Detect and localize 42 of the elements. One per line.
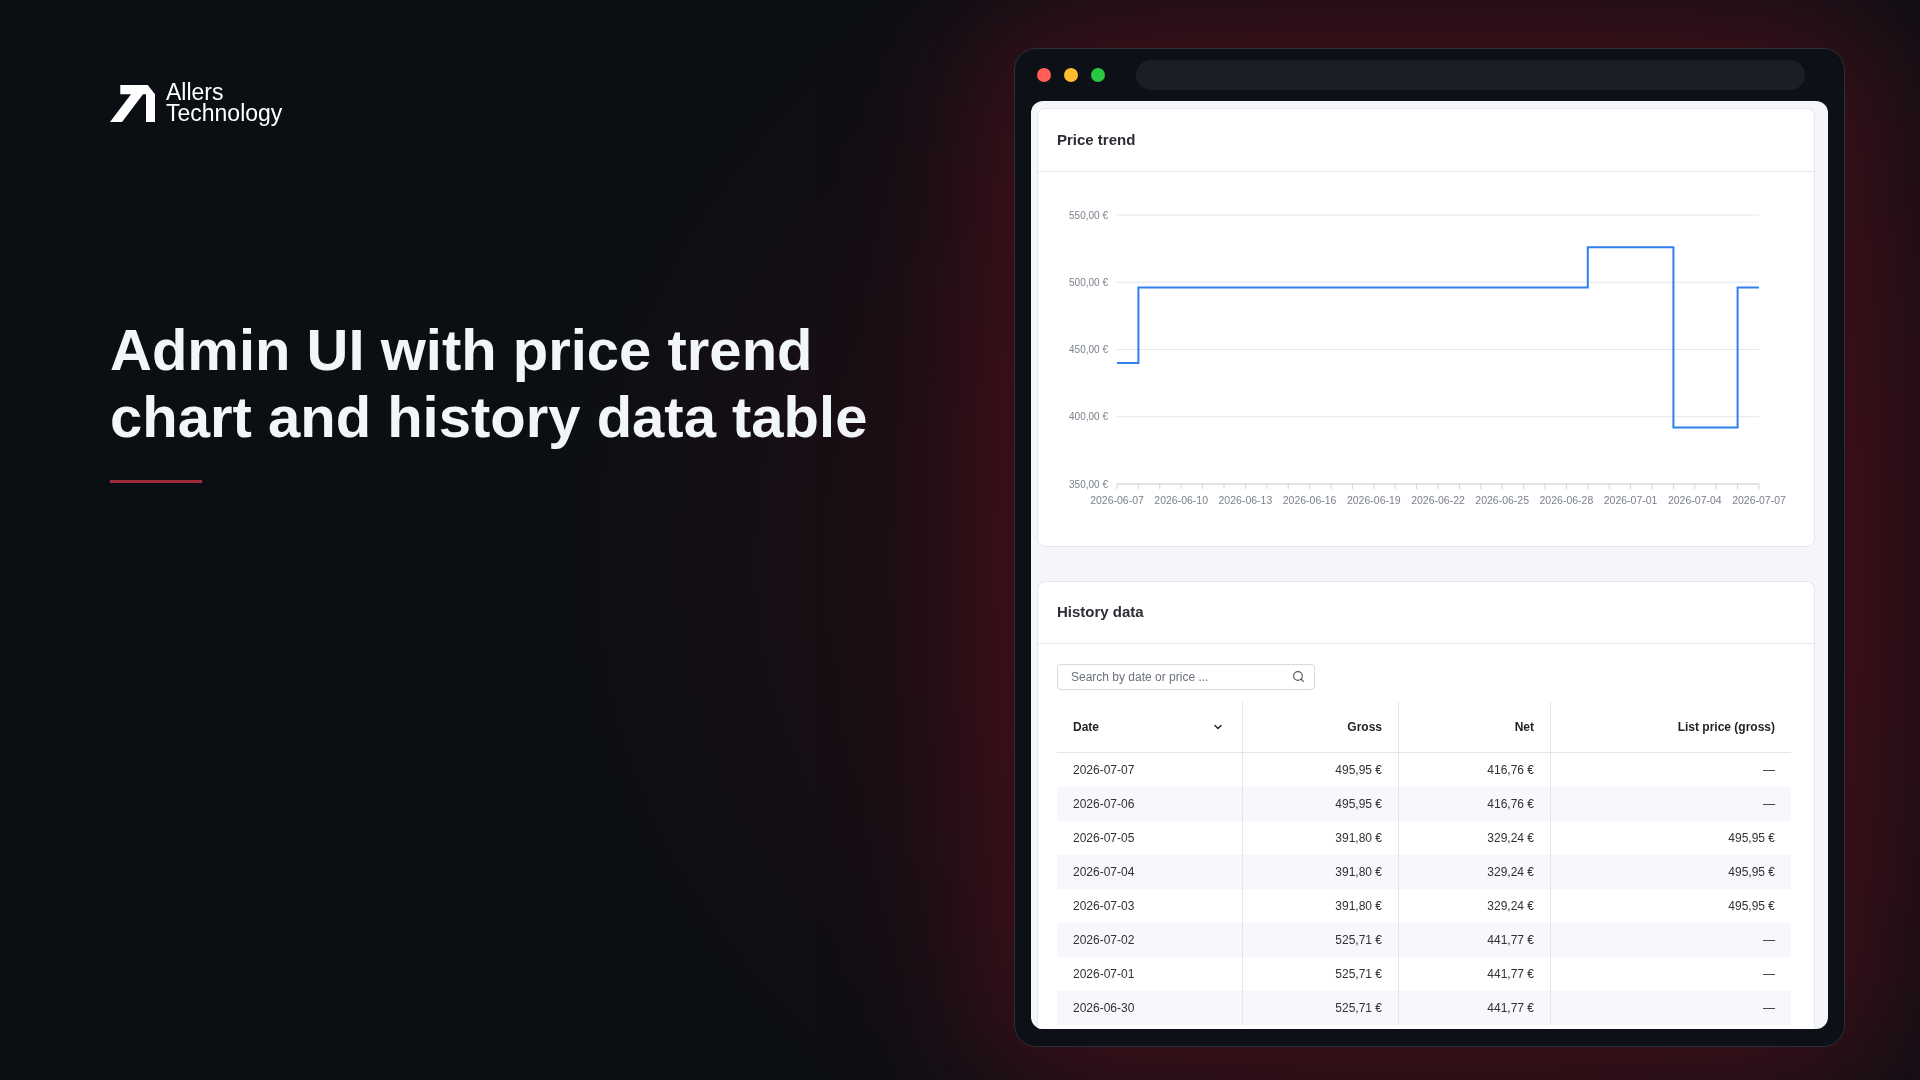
card-title: Price trend [1057,129,1136,150]
table-cell: 495,95 € [1242,787,1398,821]
brand-name: Allers Technology [166,82,283,124]
axis-label: 2026-07-04 [1667,494,1722,506]
table-cell: 441,77 € [1398,923,1550,957]
window-control-icon[interactable] [1091,68,1105,82]
table-cell: 416,76 € [1398,787,1550,821]
card-title: History data [1057,602,1144,623]
table-cell: 2026-06-30 [1057,991,1242,1025]
axis-label: 2026-06-19 [1346,494,1401,506]
table-cell: 329,24 € [1398,855,1550,889]
table-cell: 391,80 € [1242,855,1398,889]
table-cell: 2026-07-06 [1057,787,1242,821]
table-cell: — [1550,923,1791,957]
axis-label: 2026-06-16 [1282,494,1337,506]
table-cell: 525,71 € [1242,991,1398,1025]
axis-label: 2026-06-28 [1539,494,1594,506]
table-cell: 2026-07-02 [1057,923,1242,957]
table-cell: — [1550,991,1791,1025]
window-control-icon[interactable] [1064,68,1078,82]
search-field[interactable]: Search by date or price ... [1057,664,1315,690]
search-icon [1292,670,1305,683]
axis-label: 2026-07-01 [1603,494,1658,506]
axis-label: 350,00 € [1069,478,1108,490]
headline: Admin UI with price trend chart and history data table [110,316,869,450]
axis-label: 450,00 € [1069,344,1108,355]
table-cell: — [1550,787,1791,821]
logo-icon [110,84,155,122]
axis-label: 400,00 € [1069,411,1108,423]
axis-label: 2026-07-07 [1732,494,1786,506]
table-cell: 2026-07-04 [1057,855,1242,889]
axis-label: 500,00 € [1069,276,1108,288]
axis-label: 2026-06-25 [1475,494,1530,506]
table-cell: 441,77 € [1398,991,1550,1025]
axis-label: 550,00 € [1069,209,1108,221]
axis-label: 2026-06-22 [1411,494,1465,506]
axis-label: 2026-06-07 [1090,494,1144,506]
table-cell: 525,71 € [1242,923,1398,957]
axis-label: 2026-06-13 [1218,494,1273,506]
window-control-icon[interactable] [1037,68,1051,82]
table-cell: 495,95 € [1550,855,1791,889]
axis-label: 2026-06-10 [1154,494,1209,506]
